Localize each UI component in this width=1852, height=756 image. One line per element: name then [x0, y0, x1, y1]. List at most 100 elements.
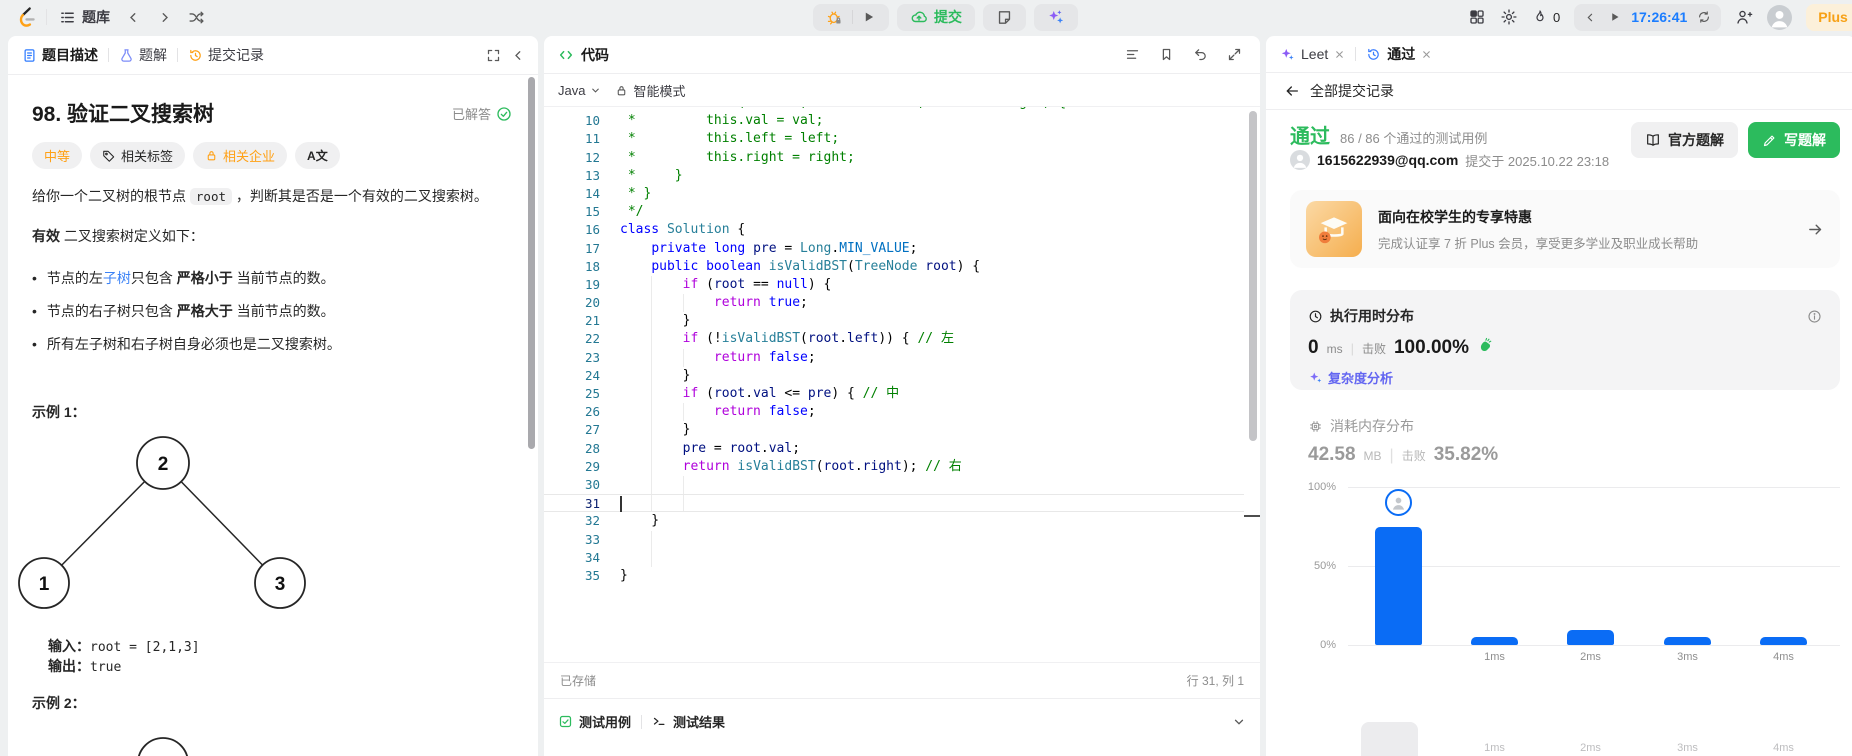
code-line-25[interactable]: 25 if (root.val <= pre) { // 中	[544, 385, 1244, 404]
code-line-12[interactable]: 12 * this.right = right;	[544, 149, 1244, 167]
problem-list-button[interactable]: 题库	[55, 3, 114, 31]
code-line-32[interactable]: 32 }	[544, 512, 1244, 530]
code-line-28[interactable]: 28 pre = root.val;	[544, 439, 1244, 458]
left-panel-scrollbar[interactable]	[528, 77, 535, 449]
code-line-24[interactable]: 24 }	[544, 366, 1244, 385]
back-to-submissions[interactable]: 全部提交记录	[1266, 73, 1852, 110]
plus-membership-chip[interactable]: Plus	[1806, 3, 1852, 31]
example1-tree-image: 2 1 3	[18, 436, 306, 609]
layout-grid-icon[interactable]	[1468, 8, 1486, 26]
code-line-22[interactable]: 22 if (!isValidBST(root.left)) { // 左	[544, 330, 1244, 349]
timer-collapse-button[interactable]	[1578, 4, 1603, 31]
timer-reset-button[interactable]	[1691, 4, 1717, 31]
result-buttons: 官方题解 写题解	[1631, 122, 1840, 158]
runtime-bar-0ms[interactable]	[1375, 526, 1422, 645]
shuffle-question-button[interactable]	[184, 5, 209, 30]
reset-code-icon[interactable]	[1188, 43, 1212, 67]
submit-button[interactable]: 提交	[901, 4, 971, 31]
code-line-23[interactable]: 23 return false;	[544, 348, 1244, 367]
leetcode-logo[interactable]	[14, 5, 38, 29]
line-number: 17	[584, 240, 600, 256]
tab-submissions[interactable]: 提交记录	[186, 41, 266, 69]
tab-testresult[interactable]: 测试结果	[652, 712, 725, 731]
bookmark-icon[interactable]	[1154, 43, 1178, 67]
related-tags-button[interactable]: 相关标签	[90, 142, 186, 169]
settings-gear-icon[interactable]	[1500, 8, 1518, 26]
memory-distribution-chart-partial[interactable]: 1ms 2ms 3ms 4ms	[1348, 722, 1840, 756]
write-solution-button[interactable]: 写题解	[1748, 122, 1840, 158]
runtime-bar-4ms[interactable]	[1760, 637, 1807, 645]
close-leet-tab-icon[interactable]	[1334, 49, 1345, 60]
code-line-17[interactable]: 17 private long pre = Long.MIN_VALUE;	[544, 240, 1244, 258]
tab-testcase[interactable]: 测试用例	[558, 712, 631, 731]
difficulty-badge[interactable]: 中等	[32, 142, 83, 169]
code-line-11[interactable]: 11 * this.left = left;	[544, 130, 1244, 148]
code-line-19[interactable]: 19 if (root == null) {	[544, 275, 1244, 295]
example1-label: 示例 1：	[32, 404, 86, 420]
runtime-bar-1ms[interactable]	[1471, 637, 1518, 645]
prev-question-button[interactable]	[122, 6, 145, 29]
bst-rule-2: 节点的右子树只包含 严格大于 当前节点的数。	[32, 301, 498, 322]
code-line-20[interactable]: 20 return true;	[544, 294, 1244, 313]
related-companies-button[interactable]: 相关企业	[193, 142, 288, 169]
editor-scrollbar[interactable]	[1249, 111, 1257, 441]
collapse-panel-icon[interactable]	[511, 48, 526, 63]
code-line-13[interactable]: 13 * }	[544, 167, 1244, 185]
memory-distribution-header[interactable]: 消耗内存分布	[1308, 416, 1414, 436]
user-avatar[interactable]	[1767, 4, 1793, 30]
code-line-10[interactable]: 10 * this.val = val;	[544, 112, 1244, 130]
format-code-icon[interactable]	[1120, 43, 1144, 67]
code-line-27[interactable]: 27 }	[544, 421, 1244, 440]
tab-description[interactable]: 题目描述	[20, 41, 100, 69]
collapse-console-icon[interactable]	[1232, 715, 1246, 729]
your-submission-marker[interactable]	[1385, 489, 1412, 516]
runtime-bar-3ms[interactable]	[1664, 637, 1711, 645]
code-line-16[interactable]: 16 class Solution {	[544, 221, 1244, 239]
runtime-beats-value: 100.00%	[1393, 337, 1469, 358]
code-line-35[interactable]: 35}	[544, 567, 1244, 585]
code-line-34[interactable]: 34	[544, 548, 1244, 567]
tag-row: 中等 相关标签 相关企业 A文	[32, 142, 340, 169]
subtree-link[interactable]: 子树	[103, 270, 131, 286]
code-line-31[interactable]: 31	[544, 494, 1244, 513]
tab-result[interactable]: 通过	[1366, 44, 1432, 64]
expand-editor-icon[interactable]	[1222, 43, 1246, 67]
tab-leet-ai[interactable]: Leet	[1280, 46, 1345, 62]
next-question-button[interactable]	[153, 6, 176, 29]
runtime-distribution-card[interactable]: 执行用时分布 0 ms | 击败 100.00% 复杂度分析	[1290, 290, 1840, 390]
info-icon[interactable]	[1807, 309, 1822, 324]
code-line-26[interactable]: 26 return false;	[544, 403, 1244, 422]
code-line-30[interactable]: 30	[544, 475, 1244, 495]
promo-subtitle: 完成认证享 7 折 Plus 会员，享受更多学业及职业成长帮助	[1378, 236, 1699, 251]
notes-button[interactable]	[987, 4, 1022, 31]
line-number: 26	[584, 404, 600, 420]
code-line-21[interactable]: 21 }	[544, 312, 1244, 331]
code-line-14[interactable]: 14 * }	[544, 185, 1244, 203]
code-editor[interactable]: 9 * TreeNode(int val, TreeNode left, Tre…	[544, 107, 1244, 655]
close-result-tab-icon[interactable]	[1421, 49, 1432, 60]
chart-ytick: 0%	[1320, 639, 1336, 651]
translate-toggle-button[interactable]: A文	[295, 142, 340, 169]
line-number: 23	[584, 349, 600, 365]
code-line-18[interactable]: 18 public boolean isValidBST(TreeNode ro…	[544, 258, 1244, 276]
debug-button[interactable]	[817, 4, 852, 31]
code-panel-header: 代码	[544, 36, 1260, 74]
fullscreen-icon[interactable]	[486, 48, 501, 63]
line-number: 33	[584, 531, 600, 547]
timer-play-button[interactable]	[1603, 4, 1627, 31]
code-line-29[interactable]: 29 return isValidBST(root.right); // 右	[544, 457, 1244, 476]
language-selector[interactable]: Java	[558, 83, 601, 98]
ai-assistant-button[interactable]	[1038, 4, 1074, 31]
student-promo-banner[interactable]: 面向在校学生的专享特惠 完成认证享 7 折 Plus 会员，享受更多学业及职业成…	[1290, 190, 1840, 268]
streak-flame[interactable]: 0	[1532, 9, 1560, 25]
official-solution-button[interactable]: 官方题解	[1631, 122, 1738, 158]
runtime-distribution-chart[interactable]: 100% 50% 0% 1ms 2ms 3ms 4ms	[1308, 481, 1840, 663]
smart-mode-toggle[interactable]: 智能模式	[615, 81, 685, 100]
runtime-bar-2ms[interactable]	[1567, 630, 1614, 645]
code-line-15[interactable]: 15 */	[544, 203, 1244, 221]
code-line-33[interactable]: 33	[544, 530, 1244, 549]
complexity-analysis-link[interactable]: 复杂度分析	[1308, 368, 1393, 387]
invite-user-icon[interactable]	[1735, 8, 1753, 26]
run-button[interactable]	[853, 4, 885, 31]
tab-solutions[interactable]: 题解	[117, 41, 169, 69]
